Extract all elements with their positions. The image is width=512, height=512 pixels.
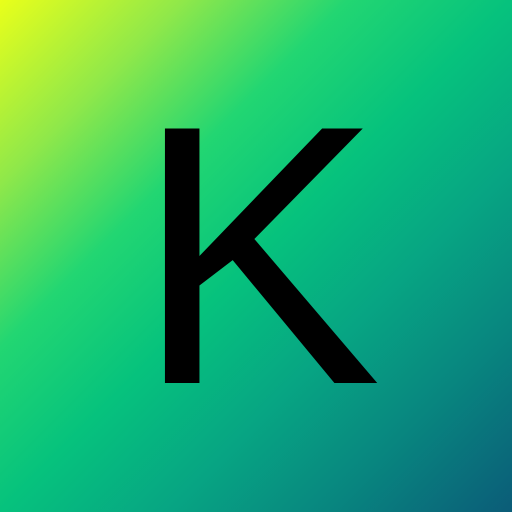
letter-avatar-tile: K	[0, 0, 512, 512]
avatar-letter: K	[134, 49, 382, 462]
